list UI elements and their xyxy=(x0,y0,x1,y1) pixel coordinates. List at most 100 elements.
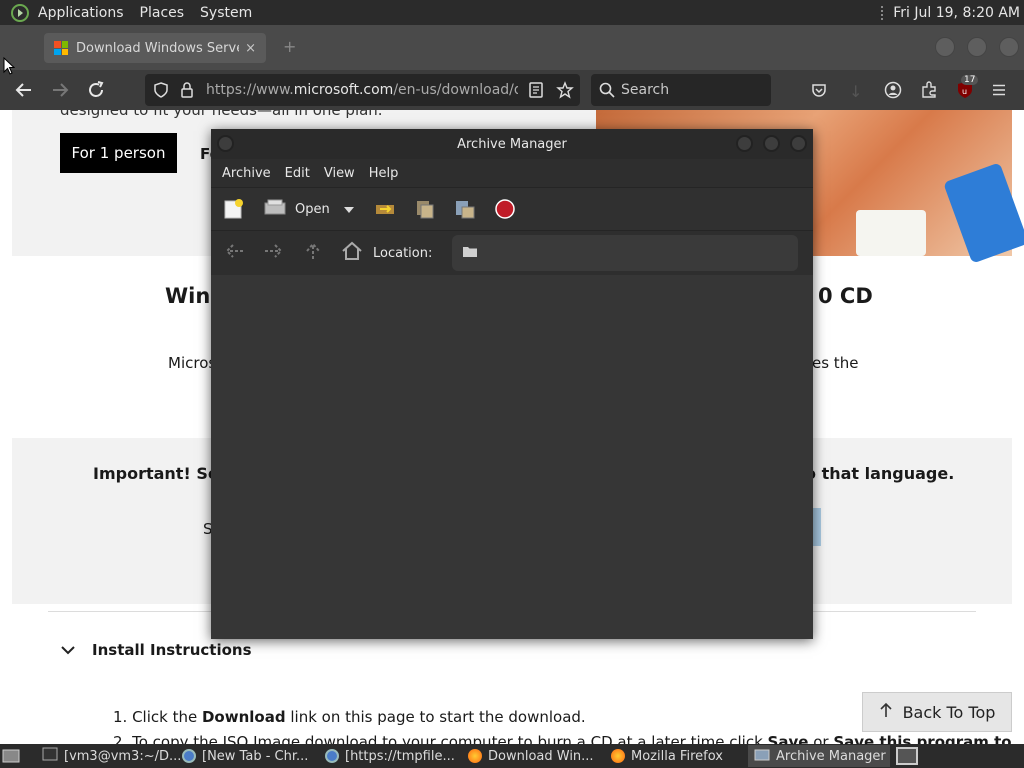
window-menu-button[interactable] xyxy=(217,135,234,152)
extract-icon[interactable] xyxy=(374,198,396,220)
location-forward-icon[interactable] xyxy=(263,242,285,264)
menu-archive[interactable]: Archive xyxy=(215,166,278,181)
task-archive-manager-label: Archive Manager xyxy=(776,748,886,764)
applications-menu[interactable]: Applications xyxy=(30,5,132,21)
forward-icon[interactable] xyxy=(48,78,72,102)
show-desktop-icon[interactable] xyxy=(0,745,22,767)
chrome-icon xyxy=(325,749,339,763)
task-firefox-download-label: Download Win... xyxy=(488,748,594,764)
back-to-top-label: Back To Top xyxy=(902,702,996,722)
tracking-shield-icon[interactable] xyxy=(153,82,169,102)
account-icon[interactable] xyxy=(884,81,902,103)
task-archive-manager[interactable]: Archive Manager xyxy=(748,745,890,767)
workspace-switcher[interactable] xyxy=(896,747,918,765)
location-label: Location: xyxy=(373,245,433,261)
microsoft-logo-icon xyxy=(54,41,68,55)
firefox-icon xyxy=(611,749,625,763)
add-files-icon[interactable] xyxy=(414,198,436,220)
minimize-button[interactable] xyxy=(935,37,955,57)
new-archive-icon[interactable] xyxy=(223,198,245,220)
archive-minimize-button[interactable] xyxy=(736,135,753,152)
location-back-icon[interactable] xyxy=(223,242,245,264)
archive-maximize-button[interactable] xyxy=(763,135,780,152)
for-one-person-button[interactable]: For 1 person xyxy=(60,133,177,173)
tab-download-windows-server[interactable]: Download Windows Server × xyxy=(44,33,266,63)
paragraph-right-partial: es the xyxy=(812,354,859,372)
lock-icon[interactable] xyxy=(180,82,194,102)
task-chrome-tmpfiles[interactable]: [https://tmpfile... xyxy=(319,745,462,767)
url-domain: microsoft.com xyxy=(293,82,394,98)
svg-text:u: u xyxy=(962,87,967,96)
new-tab-button[interactable]: + xyxy=(283,37,296,56)
task-firefox-download[interactable]: Download Win... xyxy=(462,745,605,767)
arrow-up-icon xyxy=(879,702,893,722)
open-button[interactable]: Open xyxy=(263,197,330,221)
location-field[interactable] xyxy=(452,235,799,271)
url-bar[interactable]: https://www.microsoft.com/en-us/download… xyxy=(145,74,580,106)
url-prefix: https://www. xyxy=(206,82,294,98)
search-placeholder: Search xyxy=(621,82,670,98)
install-instructions-toggle[interactable]: Install Instructions xyxy=(60,641,252,659)
install-instructions-label: Install Instructions xyxy=(92,641,252,659)
search-icon xyxy=(599,82,615,102)
bottom-taskbar: [vm3@vm3:~/D... [New Tab - Chr... [https… xyxy=(0,744,1024,768)
close-window-button[interactable] xyxy=(999,37,1019,57)
archive-icon xyxy=(754,747,770,765)
step-2-save-program: Save this program to xyxy=(833,733,1012,744)
back-to-top-button[interactable]: Back To Top xyxy=(862,692,1012,732)
archive-toolbar: Open xyxy=(211,187,813,231)
stop-icon[interactable] xyxy=(494,198,516,220)
location-home-icon[interactable] xyxy=(341,241,363,265)
hamburger-menu-icon[interactable] xyxy=(991,82,1007,102)
reload-icon[interactable] xyxy=(84,78,108,102)
tab-close-icon[interactable]: × xyxy=(245,41,256,56)
archive-close-button[interactable] xyxy=(790,135,807,152)
heading-left-partial: Win xyxy=(165,284,211,308)
menu-edit[interactable]: Edit xyxy=(278,166,317,181)
step-1-pre: 1. Click the xyxy=(113,708,202,726)
archive-menubar: Archive Edit View Help xyxy=(211,159,813,187)
menu-help[interactable]: Help xyxy=(362,166,406,181)
archive-location-bar: Location: xyxy=(211,231,813,275)
search-bar[interactable]: Search xyxy=(591,74,771,106)
step-2-save: Save xyxy=(767,733,809,744)
task-mozilla-firefox[interactable]: Mozilla Firefox xyxy=(605,745,748,767)
archive-titlebar[interactable]: Archive Manager xyxy=(211,129,813,159)
task-mozilla-firefox-label: Mozilla Firefox xyxy=(631,748,723,764)
reader-view-icon[interactable] xyxy=(529,82,543,102)
task-chrome-newtab-label: [New Tab - Chr... xyxy=(202,748,309,764)
chrome-icon xyxy=(182,749,196,763)
firefox-tab-bar: Download Windows Server × + xyxy=(0,25,1024,70)
task-terminal-label: [vm3@vm3:~/D... xyxy=(64,748,182,764)
open-dropdown-icon[interactable] xyxy=(343,202,354,217)
bookmark-star-icon[interactable] xyxy=(556,81,574,103)
open-label: Open xyxy=(295,201,330,217)
location-up-icon[interactable] xyxy=(303,241,323,265)
mouse-cursor-icon xyxy=(3,56,16,79)
download-icon[interactable]: ↓ xyxy=(849,82,862,101)
places-menu[interactable]: Places xyxy=(132,5,193,21)
maximize-button[interactable] xyxy=(967,37,987,57)
firefox-icon xyxy=(468,749,482,763)
firefox-nav-bar: https://www.microsoft.com/en-us/download… xyxy=(0,70,1024,110)
partial-top-text: designed to fit your needs—all in one pl… xyxy=(60,110,383,119)
system-menu[interactable]: System xyxy=(192,5,260,21)
task-chrome-newtab[interactable]: [New Tab - Chr... xyxy=(176,745,319,767)
step-1: 1. Click the Download link on this page … xyxy=(113,708,586,726)
add-folder-icon[interactable] xyxy=(454,198,476,220)
clock[interactable]: Fri Jul 19, 8:20 AM xyxy=(881,5,1024,21)
back-icon[interactable] xyxy=(12,78,36,102)
menu-view[interactable]: View xyxy=(317,166,362,181)
important-right-partial: o that language. xyxy=(805,464,955,483)
archive-file-list[interactable] xyxy=(211,275,813,639)
step-2: 2. To copy the ISO Image download to you… xyxy=(113,733,1012,744)
distro-logo-icon[interactable] xyxy=(10,3,30,22)
download-button-partial[interactable] xyxy=(812,508,821,546)
tab-title: Download Windows Server xyxy=(76,40,240,56)
url-text: https://www.microsoft.com/en-us/download… xyxy=(206,82,518,98)
task-terminal[interactable]: [vm3@vm3:~/D... xyxy=(36,745,181,767)
pocket-icon[interactable] xyxy=(811,82,827,102)
step-2-mid: or xyxy=(808,733,834,744)
step-1-bold: Download xyxy=(201,708,286,726)
extensions-icon[interactable] xyxy=(920,81,938,103)
